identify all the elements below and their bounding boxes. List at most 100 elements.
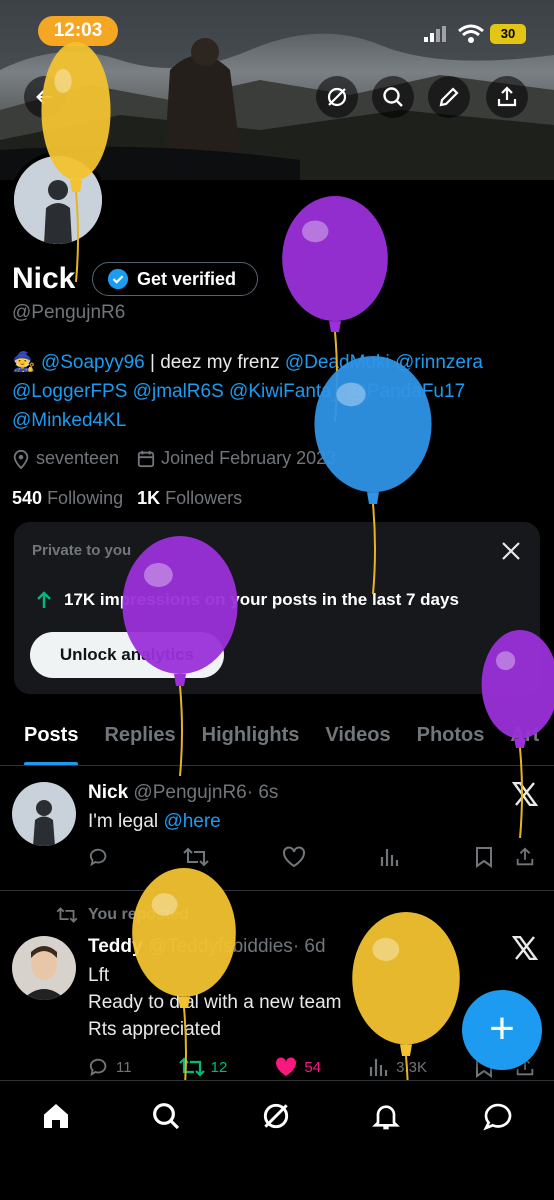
post-handle[interactable]: @Teddyfsbiddies: [148, 936, 293, 957]
post-text-line: Ready to dial with a new team: [88, 992, 342, 1013]
impressions-stat: 17K impressions on your posts in the las…: [34, 590, 459, 610]
like-count: 54: [304, 1058, 322, 1076]
post-text-line: Lft: [88, 965, 110, 986]
verified-badge-icon: [107, 268, 129, 290]
unlock-analytics-button[interactable]: Unlock analytics: [30, 632, 224, 678]
x-logo-icon[interactable]: [512, 936, 538, 960]
get-verified-label: Get verified: [137, 268, 237, 289]
tab-photos[interactable]: Photos: [417, 716, 485, 765]
home-icon[interactable]: [40, 1100, 72, 1132]
post-avatar[interactable]: [12, 936, 76, 1000]
views-icon: [380, 849, 399, 866]
post-header: Teddy @Teddyfsbiddies· 6d: [88, 936, 326, 958]
post-avatar[interactable]: [12, 782, 76, 846]
share-icon[interactable]: [514, 846, 536, 868]
post-divider: [0, 890, 554, 891]
post-author[interactable]: Nick: [88, 782, 128, 803]
repost-count: 12: [210, 1058, 228, 1076]
profile-name: Nick: [12, 262, 76, 295]
bio-mention[interactable]: @DeadMuki @rinnzera: [285, 352, 483, 373]
repost-icon: [178, 1057, 205, 1077]
post-mention[interactable]: @here: [163, 811, 220, 832]
search-icon[interactable]: [150, 1100, 182, 1132]
repost-button[interactable]: [183, 846, 209, 868]
post-time: · 6d: [292, 936, 326, 957]
trend-up-icon: [37, 591, 51, 608]
follow-counts: 540 Following 1K Followers: [12, 488, 242, 509]
bottom-navigation: [0, 1080, 554, 1200]
post-handle[interactable]: @PengujnR6: [133, 782, 246, 803]
post-extra-actions: [474, 846, 536, 868]
reply-icon: [89, 848, 107, 867]
card-close-button[interactable]: [500, 540, 522, 567]
balloon-decoration: [352, 912, 460, 1080]
search-button[interactable]: [372, 76, 414, 118]
views-button[interactable]: 3.3K: [368, 1056, 427, 1078]
edit-icon: [439, 87, 459, 107]
back-arrow-icon: [36, 89, 53, 105]
location-icon: [13, 449, 29, 469]
get-verified-button[interactable]: Get verified: [92, 262, 258, 296]
post-text: I'm legal @here: [88, 808, 221, 835]
view-count: 3.3K: [396, 1058, 427, 1076]
edit-button[interactable]: [428, 76, 470, 118]
messages-icon[interactable]: [482, 1100, 514, 1132]
battery-indicator: 30: [490, 24, 526, 44]
location-text: seventeen: [36, 448, 120, 468]
profile-handle: @PengujnR6: [12, 302, 126, 323]
x-logo-icon[interactable]: [512, 782, 538, 806]
followers-label: Followers: [165, 488, 243, 508]
grok-button[interactable]: [316, 76, 358, 118]
post-author[interactable]: Teddy: [88, 936, 143, 957]
bookmark-icon[interactable]: [474, 846, 494, 868]
compose-post-button[interactable]: +: [462, 990, 542, 1070]
repost-label: You reposted: [88, 906, 190, 923]
avatar-image: [12, 782, 76, 846]
repost-context: You reposted: [56, 906, 189, 924]
post-text: Lft Ready to dial with a new team Rts ap…: [88, 962, 341, 1043]
post-actions: [88, 846, 536, 868]
share-button[interactable]: [486, 76, 528, 118]
notifications-icon[interactable]: [370, 1100, 402, 1132]
grok-icon: [327, 87, 347, 107]
joined-text: Joined February 2023: [161, 448, 337, 468]
signal-icon: [424, 26, 446, 42]
like-icon: [276, 1057, 297, 1076]
following-label: Following: [47, 488, 124, 508]
share-icon: [497, 86, 517, 107]
like-icon: [283, 846, 305, 868]
tab-highlights[interactable]: Highlights: [202, 716, 300, 765]
following-count: 540: [12, 488, 43, 508]
status-time: 12:03: [38, 16, 118, 46]
reply-button[interactable]: [88, 846, 110, 868]
views-button[interactable]: [379, 846, 401, 868]
grok-icon[interactable]: [260, 1100, 292, 1132]
post-time: · 6s: [246, 782, 279, 803]
bio-mention[interactable]: @LoggerFPS @jmalR6S @KiwiFanta_ @PandaFu…: [12, 381, 465, 402]
repost-icon: [183, 847, 209, 867]
reply-count: 11: [116, 1058, 132, 1076]
calendar-icon: [137, 450, 155, 467]
tab-videos[interactable]: Videos: [325, 716, 390, 765]
profile-avatar[interactable]: [10, 152, 106, 248]
post-header: Nick @PengujnR6· 6s: [88, 782, 278, 804]
wifi-icon: [458, 24, 484, 43]
followers-link[interactable]: 1K Followers: [137, 488, 242, 509]
like-button[interactable]: [282, 846, 306, 868]
close-icon: [502, 542, 520, 560]
like-button[interactable]: 54: [274, 1056, 321, 1078]
following-link[interactable]: 540 Following: [12, 488, 123, 509]
back-button[interactable]: [24, 76, 66, 118]
bio-mention[interactable]: @Minked4KL: [12, 410, 126, 431]
tab-posts[interactable]: Posts: [24, 716, 79, 765]
post-actions: 11 12 54 3.3K: [88, 1056, 536, 1078]
bio-emoji: 🧙: [12, 352, 36, 373]
repost-button[interactable]: 12: [178, 1056, 228, 1078]
tab-articles[interactable]: Art: [510, 716, 539, 765]
tab-replies[interactable]: Replies: [104, 716, 175, 765]
profile-meta: seventeen Joined February 2023: [12, 448, 336, 469]
avatar-image: [12, 936, 76, 1000]
reply-button[interactable]: 11: [88, 1056, 132, 1078]
joined-date: Joined February 2023: [137, 448, 336, 469]
bio-mention[interactable]: @Soapyy96: [41, 352, 145, 373]
